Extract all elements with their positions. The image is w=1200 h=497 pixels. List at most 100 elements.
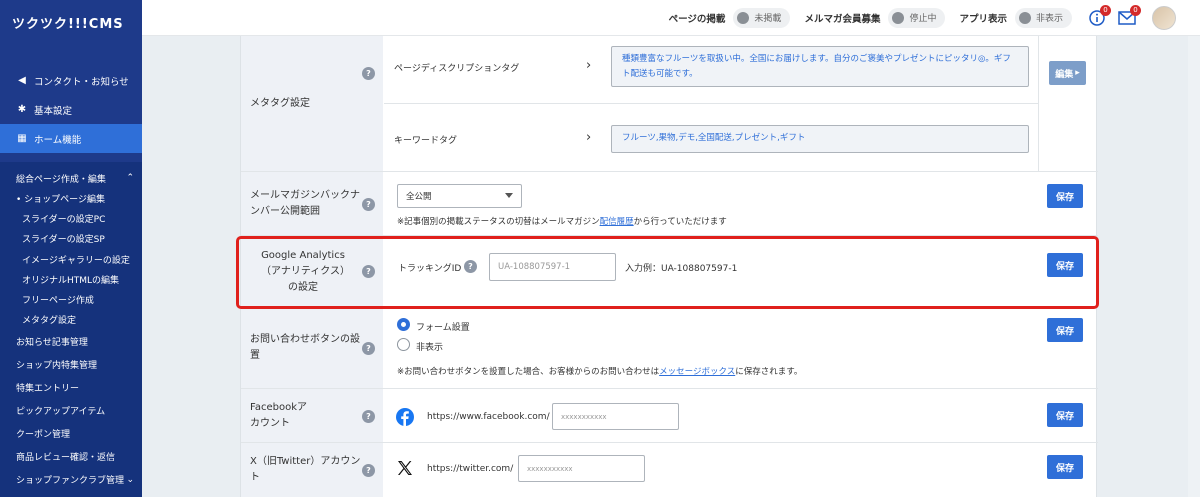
sidebar-sub-item[interactable]: • ショップページ編集 — [0, 188, 142, 208]
sidebar-sub-item[interactable]: フリーページ作成 — [0, 289, 142, 309]
sidebar-item-basic-settings[interactable]: ✱ 基本設定 — [0, 95, 142, 124]
mailmag-backnumber-row: メールマガジンバックナンバー公開範囲 ? 全公開 ※記事個別の掲載ステータスの切… — [241, 172, 1098, 236]
radio-label: 非表示 — [416, 343, 444, 353]
facebook-account-input[interactable]: xxxxxxxxxxx — [552, 403, 679, 430]
sidebar-item-label: 基本設定 — [34, 105, 73, 117]
help-icon[interactable]: ? — [362, 464, 375, 477]
sidebar-item-home[interactable]: ▦ ホーム機能 — [0, 124, 142, 153]
sidebar-item-label: コンタクト・お知らせ — [34, 76, 129, 88]
help-icon[interactable]: ? — [362, 67, 375, 80]
mailmag-toggle[interactable]: 停止中 — [888, 7, 946, 28]
delivery-history-link[interactable]: 配信履歴 — [600, 217, 634, 227]
sidebar-sub-item[interactable]: イメージギャラリーの設定 — [0, 249, 142, 269]
help-icon[interactable]: ? — [362, 342, 375, 355]
google-analytics-row: Google Analytics（アナリティクス）の設定 ? トラッキングID … — [241, 236, 1098, 308]
radio-hidden[interactable] — [397, 338, 410, 351]
facebook-icon — [396, 408, 414, 426]
note-text: に保存されます。 — [735, 367, 803, 377]
avatar[interactable] — [1152, 5, 1176, 30]
caret-right-icon: ▸ — [1075, 68, 1080, 78]
keyword-tag-field[interactable]: フルーツ,果物,デモ,全国配送,プレゼント,ギフト — [611, 125, 1029, 153]
twitter-url-prefix: https://twitter.com/ — [427, 464, 514, 474]
sidebar-item-fanclub[interactable]: ショップファンクラブ管理 ⌄ — [0, 468, 142, 491]
twitter-account-input[interactable]: xxxxxxxxxxx — [518, 455, 645, 482]
sidebar-item[interactable]: お知らせ記事管理 — [0, 330, 142, 353]
row-label: メタタグ設定 — [241, 36, 383, 171]
desc-tag-label: ページディスクリプションタグ — [394, 64, 520, 74]
save-button[interactable]: 保存 — [1047, 318, 1083, 342]
radio-form-on[interactable] — [397, 318, 410, 331]
edit-button[interactable]: 編集 ▸ — [1049, 61, 1086, 85]
help-icon[interactable]: ? — [464, 260, 477, 273]
note-text: から行っていただけます — [633, 217, 727, 227]
contact-note: ※お問い合わせボタンを設置した場合、お客様からのお問い合わせはメッセージボックス… — [397, 365, 802, 377]
sidebar-sub-item[interactable]: メタタグ設定 — [0, 310, 142, 330]
notification-badge: 0 — [1130, 4, 1141, 16]
sidebar-section-page-edit[interactable]: 総合ページ作成・編集 ⌃ — [0, 168, 142, 188]
tracking-id-input[interactable]: UA-108807597-1 — [489, 253, 616, 281]
sidebar-sub-item[interactable]: スライダーの設定SP — [0, 229, 142, 249]
toggle-dot — [737, 11, 750, 24]
sidebar-sub-item[interactable]: スライダーの設定PC — [0, 208, 142, 228]
help-icon[interactable]: ? — [362, 198, 375, 211]
top-header: ページの掲載 未掲載 メルマガ会員募集 停止中 アプリ表示 非表示 0 0 — [142, 0, 1200, 36]
facebook-row: Facebookアカウント ? https://www.facebook.com… — [241, 389, 1098, 443]
sidebar-item[interactable]: ピックアップアイテム — [0, 399, 142, 422]
twitter-row: X（旧Twitter）アカウント ? https://twitter.com/ … — [241, 443, 1098, 497]
app-display-toggle[interactable]: 非表示 — [1014, 7, 1072, 28]
help-icon[interactable]: ? — [362, 410, 375, 423]
message-box-link[interactable]: メッセージボックス — [659, 367, 735, 377]
tracking-id-label: トラッキングID — [398, 264, 462, 274]
toggle-dot — [1018, 11, 1031, 24]
sidebar: ツクツク!!!CMS ◀ コンタクト・お知らせ ✱ 基本設定 ▦ ホーム機能 総… — [0, 0, 142, 497]
row-label-text: お問い合わせボタンの設置 — [250, 334, 360, 361]
sidebar-item[interactable]: クーポン管理 — [0, 422, 142, 445]
row-label-text: Google Analytics（アナリティクス）の設定 — [261, 249, 345, 293]
desc-tag-field[interactable]: 種類豊富なフルーツを取扱い中。全国にお届けします。自分のご褒美やプレゼントにピッ… — [611, 46, 1029, 87]
app-logo[interactable]: ツクツク!!!CMS — [0, 0, 142, 44]
sidebar-item[interactable]: 商品レビュー確認・返信 — [0, 445, 142, 468]
page-publish-label: ページの掲載 — [668, 13, 726, 25]
sidebar-item-contact[interactable]: ◀ コンタクト・お知らせ — [0, 66, 142, 95]
toggle-dot — [892, 11, 905, 24]
save-button[interactable]: 保存 — [1047, 253, 1083, 277]
tracking-id-example: 入力例：UA-108807597-1 — [625, 264, 738, 274]
chevron-up-icon: ⌃ — [126, 173, 134, 183]
mailmag-note: ※記事個別の掲載ステータスの切替はメールマガジン配信履歴から行っていただけます — [397, 215, 727, 227]
visibility-select[interactable]: 全公開 — [397, 184, 522, 208]
toggle-status: 非表示 — [1035, 14, 1063, 24]
row-label-text: X（旧Twitter）アカウント — [250, 456, 361, 483]
radio-label: フォーム設置 — [416, 323, 470, 333]
toggle-status: 停止中 — [909, 14, 937, 24]
row-label-text: メールマガジンバックナンバー公開範囲 — [250, 189, 360, 217]
help-icon[interactable]: ? — [362, 265, 375, 278]
save-button[interactable]: 保存 — [1047, 403, 1083, 427]
gear-icon: ✱ — [17, 104, 27, 115]
divider — [1038, 36, 1039, 172]
note-text: ※お問い合わせボタンを設置した場合、お客様からのお問い合わせは — [397, 367, 660, 377]
select-value: 全公開 — [406, 192, 432, 202]
sidebar-sub-item[interactable]: オリジナルHTMLの編集 — [0, 269, 142, 289]
row-label-text: メタタグ設定 — [250, 97, 310, 109]
sidebar-submenu: 総合ページ作成・編集 ⌃ • ショップページ編集 スライダーの設定PC スライダ… — [0, 162, 142, 497]
settings-panel: メタタグ設定 ? ページディスクリプションタグ › 種類豊富なフルーツを取扱い中… — [240, 36, 1098, 497]
mailmag-label: メルマガ会員募集 — [804, 13, 881, 25]
chevron-right-icon: › — [586, 58, 592, 73]
row-label-text: Facebookアカウント — [250, 401, 307, 429]
save-button[interactable]: 保存 — [1047, 455, 1083, 479]
mail-icon[interactable]: 0 — [1116, 4, 1141, 29]
caret-down-icon — [505, 193, 513, 198]
facebook-url-prefix: https://www.facebook.com/ — [427, 412, 550, 422]
save-button[interactable]: 保存 — [1047, 184, 1083, 208]
keyword-tag-label: キーワードタグ — [394, 136, 458, 146]
sidebar-item[interactable]: 特集エントリー — [0, 376, 142, 399]
info-icon[interactable]: 0 — [1086, 4, 1111, 29]
chevron-right-icon: › — [586, 130, 592, 145]
home-icon: ▦ — [17, 133, 27, 144]
page-publish-toggle[interactable]: 未掲載 — [733, 7, 791, 28]
meta-tag-row: メタタグ設定 ? ページディスクリプションタグ › 種類豊富なフルーツを取扱い中… — [241, 36, 1098, 172]
sidebar-item-label: ホーム機能 — [34, 134, 82, 146]
scrollbar[interactable] — [1188, 36, 1200, 497]
sidebar-item[interactable]: ショップ内特集管理 — [0, 353, 142, 376]
x-logo-icon — [398, 461, 412, 475]
